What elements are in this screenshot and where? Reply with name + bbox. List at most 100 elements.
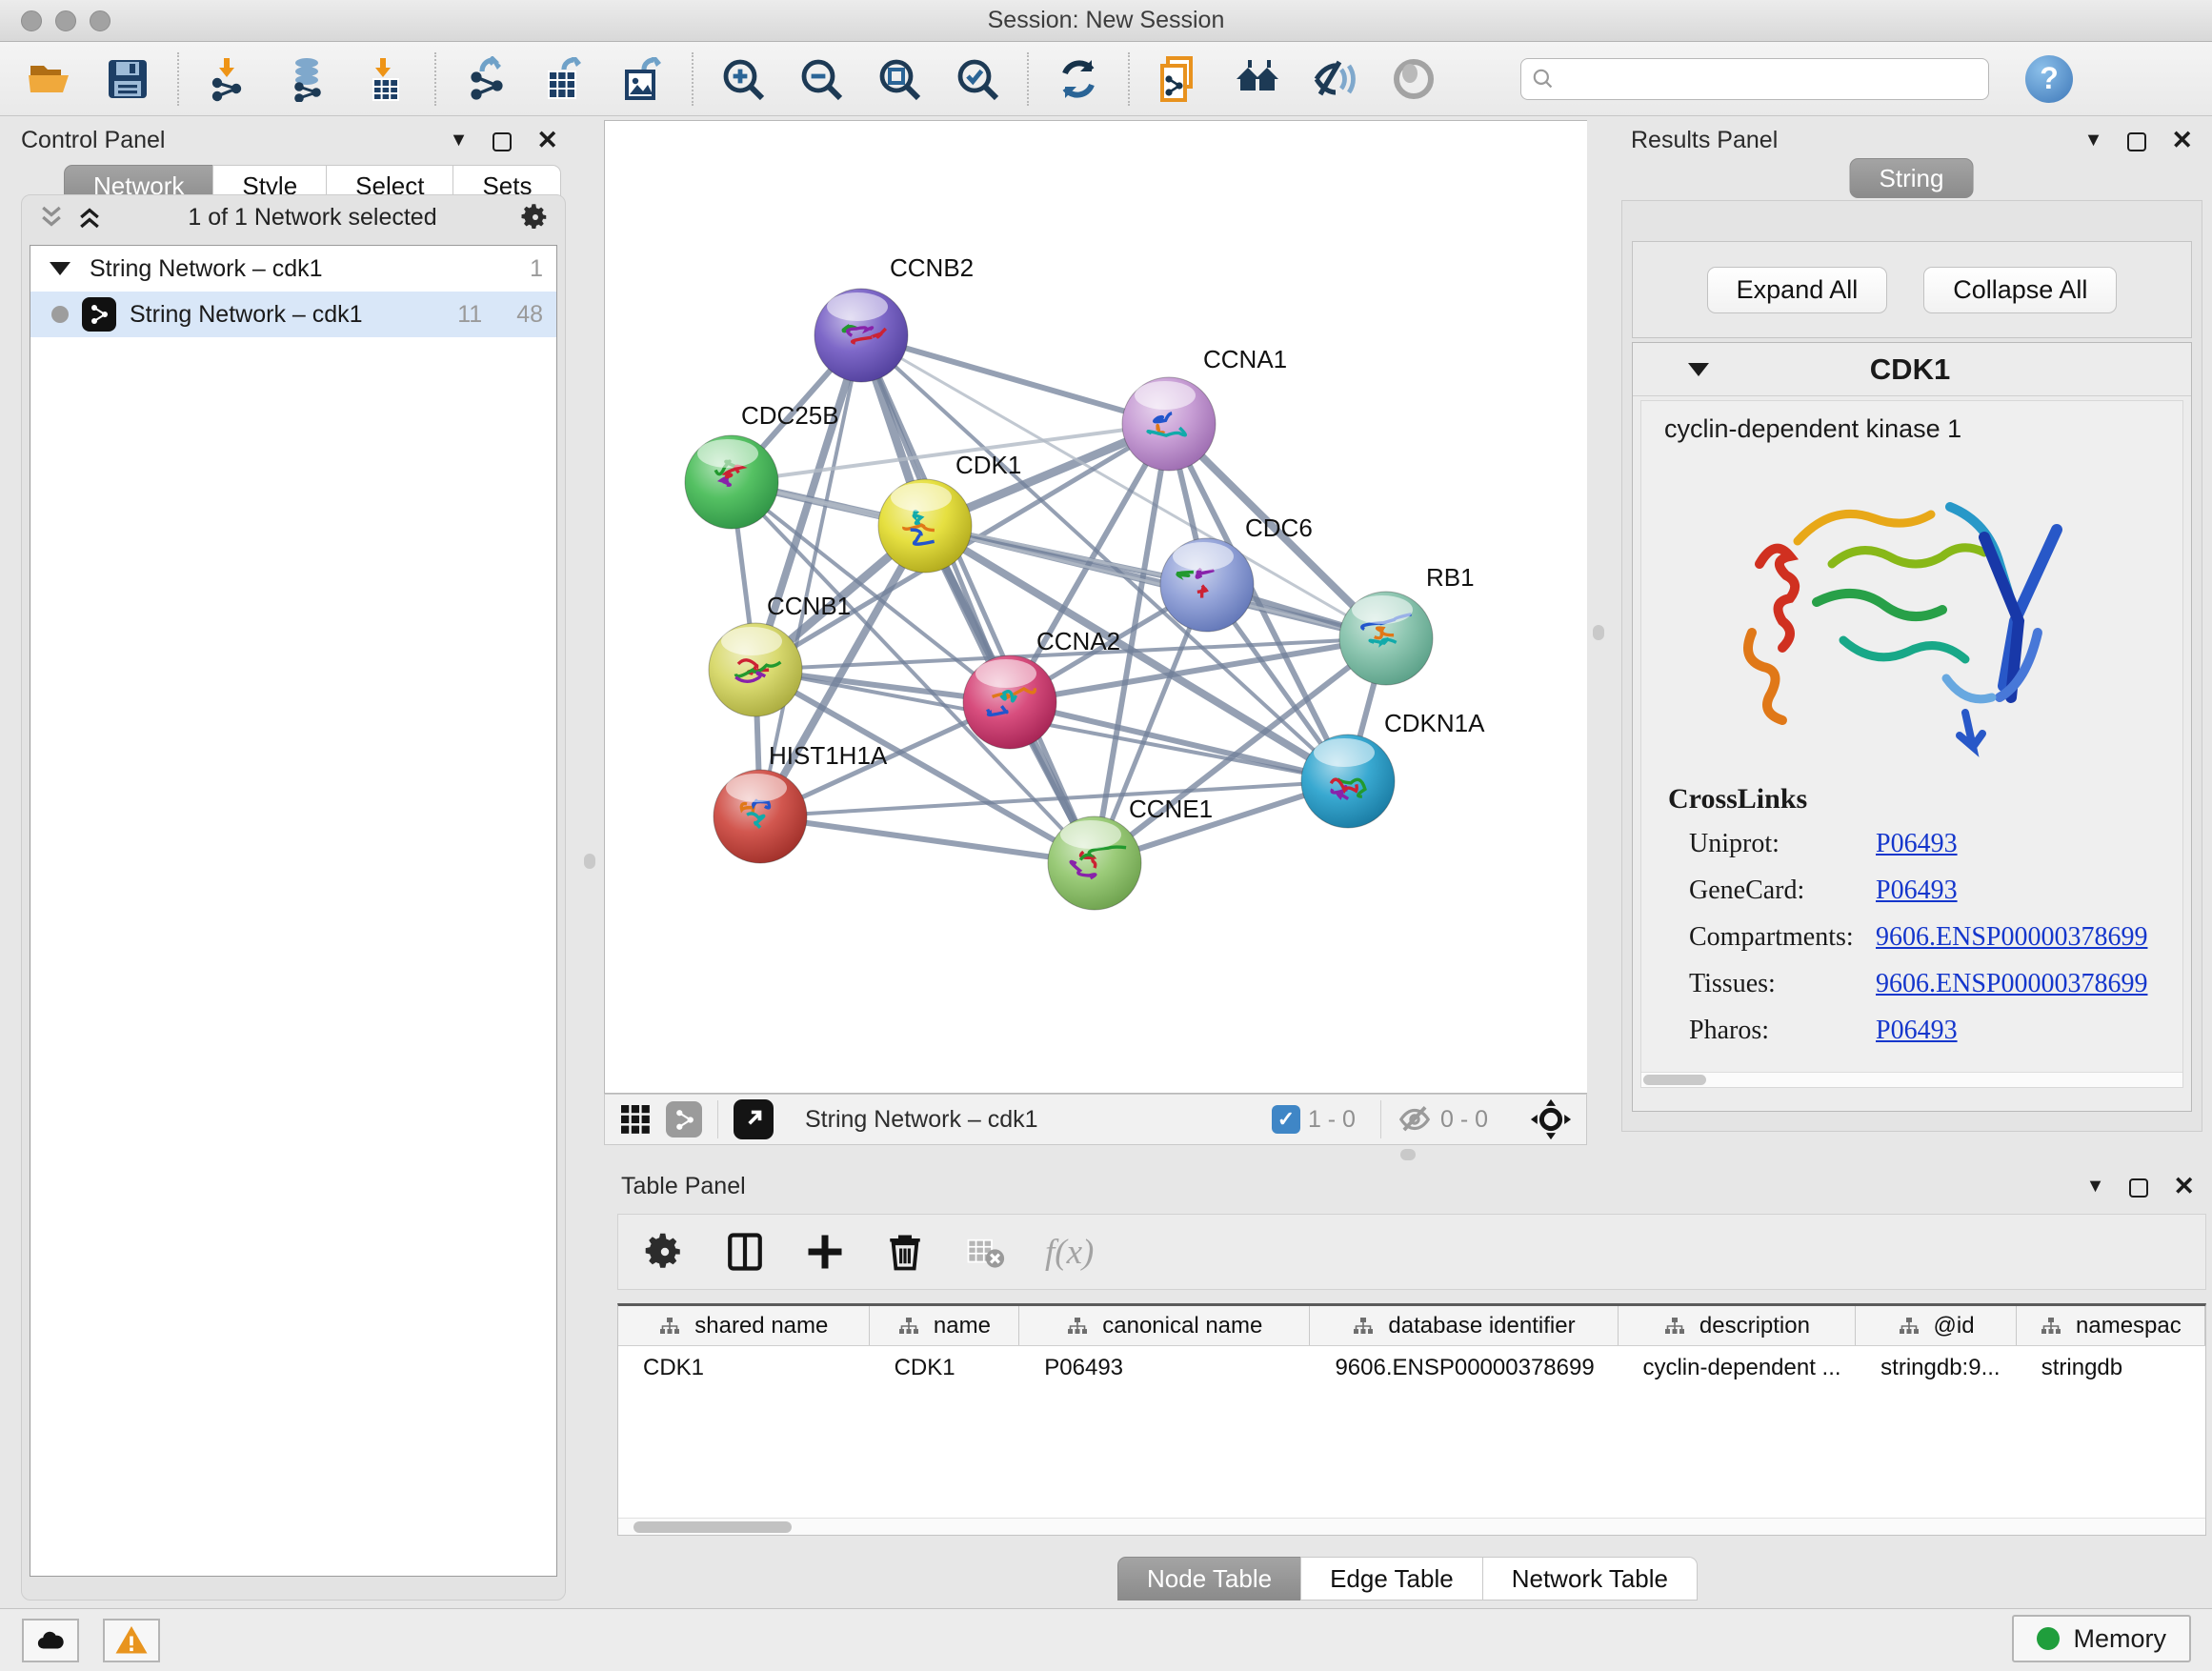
import-table-icon[interactable] [360, 54, 410, 104]
column-header-database-identifier[interactable]: database identifier [1310, 1306, 1618, 1345]
table-row[interactable]: CDK1CDK1P064939606.ENSP00000378699cyclin… [618, 1346, 2205, 1390]
clone-network-icon[interactable] [1155, 54, 1204, 104]
search-box[interactable] [1520, 58, 1989, 100]
maximize-panel-icon[interactable] [493, 132, 512, 151]
gene-description: cyclin-dependent kinase 1 [1641, 401, 2182, 444]
network-graph[interactable]: CCNB2CCNA1CDC25BCDK1CDC6RB1CCNB1CCNA2CDK… [605, 121, 1586, 1093]
import-network-database-icon[interactable] [282, 54, 332, 104]
delete-column-icon[interactable] [885, 1232, 925, 1272]
memory-button[interactable]: Memory [2012, 1615, 2191, 1662]
birdseye-navigator-icon[interactable] [1529, 1097, 1573, 1141]
detach-view-icon[interactable] [734, 1099, 774, 1139]
network-node-CDK1[interactable]: CDK1 [878, 451, 1021, 573]
home-icon[interactable] [1233, 54, 1282, 104]
network-options-gear-icon[interactable] [521, 203, 550, 232]
network-collection-row[interactable]: String Network – cdk1 1 [30, 246, 556, 292]
table-header-row[interactable]: shared namenamecanonical namedatabase id… [618, 1306, 2205, 1346]
crosslink-row: Uniprot:P06493 [1668, 829, 2182, 859]
maximize-panel-icon[interactable] [2127, 132, 2146, 151]
network-node-CDKN1A[interactable]: CDKN1A [1301, 709, 1485, 828]
tab-edge-table[interactable]: Edge Table [1300, 1557, 1483, 1601]
crosslink-tissues-link[interactable]: 9606.ENSP00000378699 [1876, 969, 2147, 999]
zoom-window-button[interactable] [90, 10, 111, 31]
collection-disclosure-icon[interactable] [50, 262, 70, 275]
selected-checkbox-icon[interactable]: ✓ [1272, 1105, 1300, 1134]
search-input[interactable] [1556, 61, 1979, 97]
table-cell[interactable]: CDK1 [618, 1346, 870, 1390]
table-cell[interactable]: stringdb:9... [1856, 1346, 2017, 1390]
float-panel-icon[interactable]: ▼ [2084, 130, 2103, 151]
close-panel-icon[interactable]: ✕ [2171, 126, 2193, 155]
view-grid-icon[interactable] [618, 1102, 653, 1137]
table-options-gear-icon[interactable] [645, 1232, 685, 1272]
help-button[interactable]: ? [2025, 55, 2073, 103]
cloud-button[interactable] [22, 1619, 79, 1662]
column-header-namespac[interactable]: namespac [2017, 1306, 2205, 1345]
show-columns-icon[interactable] [725, 1232, 765, 1272]
view-network-icon[interactable] [666, 1101, 702, 1137]
table-horizontal-scrollbar[interactable] [618, 1518, 2205, 1535]
network-icon [82, 297, 116, 332]
expand-all-button[interactable]: Expand All [1707, 267, 1888, 313]
float-panel-icon[interactable]: ▼ [450, 130, 469, 151]
open-file-icon[interactable] [25, 54, 74, 104]
table-cell[interactable]: cyclin-dependent ... [1618, 1346, 1856, 1390]
network-view[interactable]: CCNB2CCNA1CDC25BCDK1CDC6RB1CCNB1CCNA2CDK… [604, 120, 1587, 1094]
results-horizontal-scrollbar[interactable] [1641, 1072, 2182, 1087]
gene-disclosure-icon[interactable] [1688, 363, 1709, 376]
export-image-icon[interactable] [617, 54, 667, 104]
apply-layout-icon[interactable] [1054, 54, 1103, 104]
function-builder-icon-disabled: f(x) [1045, 1232, 1094, 1273]
close-panel-icon[interactable]: ✕ [536, 126, 558, 155]
warnings-button[interactable] [103, 1619, 160, 1662]
tab-network-table[interactable]: Network Table [1482, 1557, 1698, 1601]
close-window-button[interactable] [21, 10, 42, 31]
table-cell[interactable]: stringdb [2017, 1346, 2205, 1390]
column-header-description[interactable]: description [1619, 1306, 1857, 1345]
table-cell[interactable]: P06493 [1019, 1346, 1310, 1390]
float-panel-icon[interactable]: ▼ [2086, 1176, 2105, 1198]
left-splitter-handle[interactable] [584, 854, 595, 869]
zoom-in-icon[interactable] [718, 54, 768, 104]
zoom-selected-icon[interactable] [953, 54, 1002, 104]
gene-section-header[interactable]: CDK1 [1633, 343, 2191, 396]
network-row[interactable]: String Network – cdk1 11 48 [30, 292, 556, 337]
results-panel: Results Panel ▼ ✕ String Expand All Coll… [1619, 120, 2204, 1132]
table-cell[interactable]: 9606.ENSP00000378699 [1310, 1346, 1618, 1390]
create-column-icon[interactable] [805, 1232, 845, 1272]
save-session-icon[interactable] [103, 54, 152, 104]
export-network-icon[interactable] [461, 54, 511, 104]
expand-all-icon[interactable] [75, 203, 104, 232]
table-cell[interactable]: CDK1 [870, 1346, 1020, 1390]
export-table-icon[interactable] [539, 54, 589, 104]
column-header--id[interactable]: @id [1856, 1306, 2016, 1345]
minimize-window-button[interactable] [55, 10, 76, 31]
maximize-panel-icon[interactable] [2129, 1178, 2148, 1198]
network-node-count: 11 [457, 301, 482, 329]
collapse-all-button[interactable]: Collapse All [1923, 267, 2117, 313]
crosslink-compartments-link[interactable]: 9606.ENSP00000378699 [1876, 922, 2147, 953]
network-node-HIST1H1A[interactable]: HIST1H1A [714, 741, 888, 863]
crosslink-genecard-link[interactable]: P06493 [1876, 876, 1958, 906]
right-splitter-handle[interactable] [1593, 625, 1604, 640]
close-panel-icon[interactable]: ✕ [2173, 1172, 2195, 1201]
import-network-file-icon[interactable] [204, 54, 253, 104]
network-edge[interactable] [760, 816, 1095, 863]
hide-unhide-icon[interactable] [1311, 54, 1360, 104]
network-edge[interactable] [861, 335, 1095, 863]
column-header-shared-name[interactable]: shared name [618, 1306, 870, 1345]
network-node-CCNA1[interactable]: CCNA1 [1122, 345, 1287, 471]
network-node-RB1[interactable]: RB1 [1339, 563, 1475, 685]
crosslink-pharos-link[interactable]: P06493 [1876, 1016, 1958, 1046]
collapse-all-icon[interactable] [37, 203, 66, 232]
bottom-splitter-handle[interactable] [1400, 1149, 1416, 1160]
zoom-out-icon[interactable] [796, 54, 846, 104]
zoom-fit-icon[interactable] [875, 54, 924, 104]
column-header-canonical-name[interactable]: canonical name [1019, 1306, 1310, 1345]
tab-string[interactable]: String [1850, 158, 1974, 198]
tab-node-table[interactable]: Node Table [1117, 1557, 1301, 1601]
cloud-icon [34, 1624, 67, 1657]
network-node-CDC25B[interactable]: CDC25B [685, 401, 839, 529]
column-header-name[interactable]: name [870, 1306, 1020, 1345]
crosslink-uniprot-link[interactable]: P06493 [1876, 829, 1958, 859]
